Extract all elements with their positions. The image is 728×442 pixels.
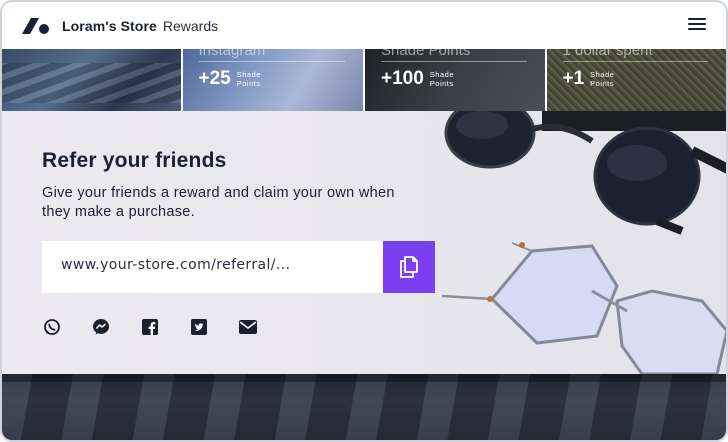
points-unit: Shade Points: [236, 70, 261, 88]
earn-points: +1 Shade Points: [563, 68, 615, 90]
points-value: +1: [562, 68, 585, 89]
earn-tile-title: Shade Points: [381, 49, 471, 59]
refer-title: Refer your friends: [42, 149, 227, 172]
refer-description: Give your friends a reward and claim you…: [42, 185, 395, 220]
points-value: +25: [198, 68, 231, 89]
twitter-icon[interactable]: [189, 317, 209, 337]
email-icon[interactable]: [238, 317, 258, 337]
header: Loram's Store Rewards: [2, 2, 726, 49]
rewards-widget: Loram's Store Rewards Instagram +25 Shad…: [0, 0, 728, 442]
messenger-icon[interactable]: [91, 317, 111, 337]
earn-tile-instagram[interactable]: Instagram +25 Shade Points: [182, 49, 365, 111]
referral-link-field[interactable]: www.your-store.com/referral/...: [42, 241, 384, 293]
facebook-icon[interactable]: [140, 317, 160, 337]
ways-to-earn-strip: Instagram +25 Shade Points Shade Points +…: [2, 49, 726, 111]
earn-tile-title: 1 dollar spent: [562, 49, 653, 59]
store-name: Loram's Store: [62, 17, 157, 34]
earn-points: +25 Shade Points: [199, 68, 261, 90]
store-logo-icon: [22, 17, 50, 34]
points-unit: Shade Points: [429, 70, 454, 88]
points-unit: Shade Points: [590, 70, 615, 88]
copy-link-button[interactable]: [383, 241, 435, 293]
earn-tile-shade-points[interactable]: Shade Points +100 Shade Points: [365, 49, 547, 111]
whatsapp-icon[interactable]: [42, 317, 62, 337]
refer-friends-section: Refer your friends Give your friends a r…: [2, 111, 726, 374]
earn-tile-title: Instagram: [198, 49, 266, 59]
hamburger-menu-icon[interactable]: [688, 18, 706, 32]
earn-tile-dollar-spent[interactable]: 1 dollar spent +1 Shade Points: [546, 49, 726, 111]
earn-tile-image: [2, 49, 183, 111]
copy-icon: [400, 256, 418, 278]
rewards-label: Rewards: [162, 17, 219, 34]
sunglasses-image: [442, 111, 726, 374]
tile-divider: [381, 61, 527, 62]
share-buttons: [42, 317, 287, 337]
footer-image: [2, 374, 726, 440]
tile-divider: [198, 61, 345, 62]
earn-points: +100 Shade Points: [381, 68, 454, 90]
tile-divider: [562, 61, 708, 62]
points-value: +100: [381, 68, 424, 89]
